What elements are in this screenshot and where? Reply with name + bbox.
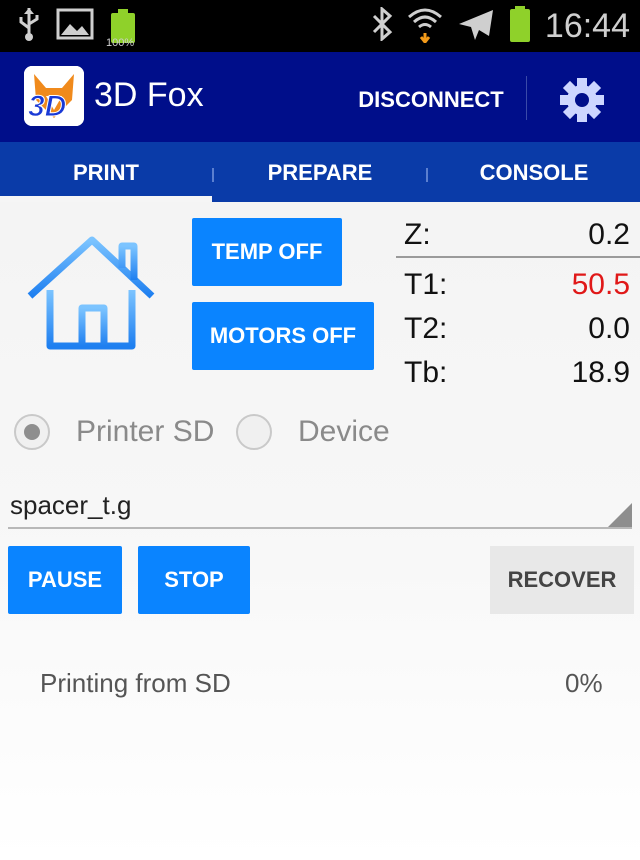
readout-divider: [396, 256, 640, 258]
house-icon[interactable]: [20, 230, 160, 358]
gear-icon[interactable]: [556, 74, 608, 126]
tab-prepare[interactable]: PREPARE: [214, 142, 426, 202]
t2-readout: T2: 0.0: [404, 312, 630, 348]
tab-bar: PRINT PREPARE CONSOLE: [0, 142, 640, 202]
t1-label: T1:: [404, 268, 448, 301]
radio-device[interactable]: [236, 414, 272, 450]
action-bar: 3D 3D Fox DISCONNECT: [0, 52, 640, 142]
usb-icon: [16, 6, 42, 47]
pause-button[interactable]: PAUSE: [8, 546, 122, 614]
image-icon: [56, 8, 94, 45]
battery-small-icon: 100%: [106, 9, 138, 49]
t2-value: 0.0: [588, 312, 630, 345]
battery-percent: 100%: [106, 37, 135, 49]
z-value: 0.2: [588, 218, 630, 251]
t1-value: 50.5: [571, 268, 630, 301]
recover-button[interactable]: RECOVER: [490, 546, 634, 614]
t2-label: T2:: [404, 312, 448, 345]
bluetooth-icon: [371, 5, 393, 46]
file-spinner[interactable]: spacer_t.g: [10, 490, 131, 521]
svg-text:3D: 3D: [28, 90, 66, 123]
stop-button[interactable]: STOP: [138, 546, 250, 614]
tb-value: 18.9: [571, 356, 630, 389]
radio-device-label[interactable]: Device: [298, 414, 390, 450]
z-label: Z:: [404, 218, 431, 251]
tab-selected-indicator: [0, 196, 212, 202]
t1-readout: T1: 50.5: [404, 268, 630, 304]
action-bar-divider: [526, 76, 527, 120]
wifi-icon: [407, 5, 443, 48]
motors-off-button[interactable]: MOTORS OFF: [192, 302, 374, 370]
file-spinner-underline: [8, 527, 632, 529]
tb-label: Tb:: [404, 356, 448, 389]
tb-readout: Tb: 18.9: [404, 356, 630, 392]
print-status-text: Printing from SD: [40, 668, 231, 698]
radio-printer-sd[interactable]: [14, 414, 50, 450]
status-bar: 100% 16:44: [0, 0, 640, 52]
print-progress-percent: 0%: [565, 668, 603, 698]
dropdown-arrow-icon[interactable]: [608, 503, 632, 527]
tab-print[interactable]: PRINT: [0, 142, 212, 202]
status-bar-left: 100%: [16, 6, 138, 49]
app-title: 3D Fox: [94, 76, 204, 114]
tab-console[interactable]: CONSOLE: [428, 142, 640, 202]
app-logo-icon[interactable]: 3D: [24, 66, 84, 126]
clock: 16:44: [544, 6, 630, 45]
battery-icon: [509, 5, 531, 48]
z-readout: Z: 0.2: [404, 218, 630, 254]
temp-off-button[interactable]: TEMP OFF: [192, 218, 342, 286]
airplane-icon: [457, 6, 495, 47]
status-bar-right: 16:44: [371, 0, 630, 52]
disconnect-button[interactable]: DISCONNECT: [344, 82, 518, 118]
radio-printer-sd-label[interactable]: Printer SD: [76, 414, 214, 450]
